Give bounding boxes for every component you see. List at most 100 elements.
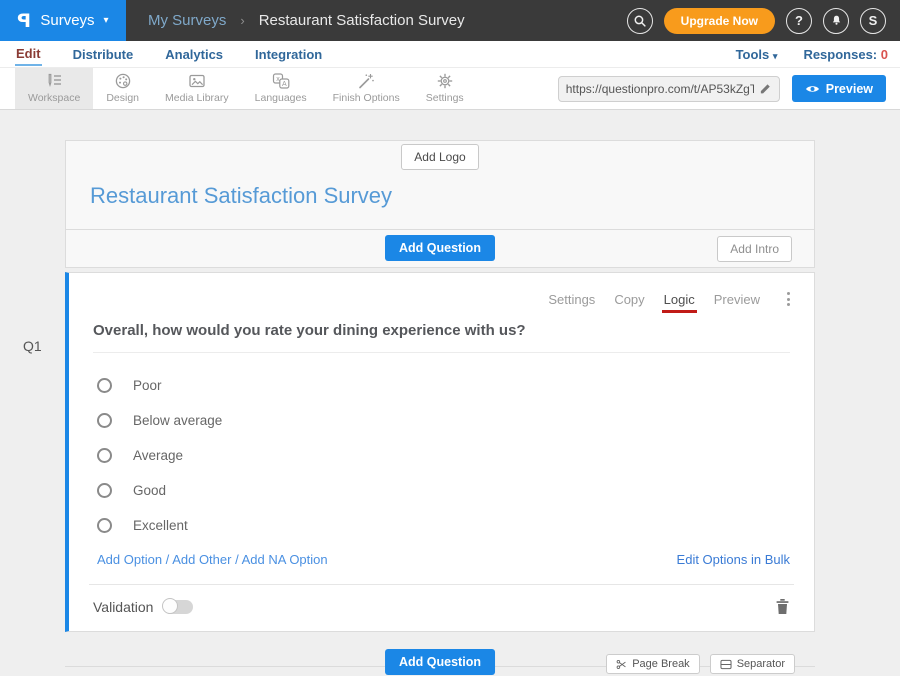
add-question-row: Add Question Add Intro [66, 230, 814, 267]
question-mark-icon: ? [795, 13, 803, 28]
breadcrumb-survey-title: Restaurant Satisfaction Survey [259, 12, 465, 29]
question-text-input[interactable]: Overall, how would you rate your dining … [93, 322, 790, 353]
eye-icon [805, 84, 820, 94]
image-icon [187, 72, 207, 90]
validation-label: Validation [93, 599, 153, 615]
question-actions: Settings Copy Logic Preview [69, 273, 814, 308]
tab-integration[interactable]: Integration [254, 43, 323, 65]
footer-right-buttons: Page Break Separator [606, 654, 795, 674]
responses-counter[interactable]: Responses: 0 [803, 47, 888, 62]
editor-toolbar: Workspace Design Media Library xA Langua… [0, 68, 900, 110]
option-label[interactable]: Good [133, 483, 166, 498]
survey-editor-canvas: Q1 Add Logo Restaurant Satisfaction Surv… [65, 140, 815, 676]
page-break-button[interactable]: Page Break [606, 654, 699, 674]
search-icon [633, 14, 647, 28]
validation-toggle[interactable] [163, 600, 193, 614]
add-question-button[interactable]: Add Question [385, 235, 495, 261]
validation-row: Validation [69, 585, 814, 631]
add-logo-row: Add Logo [66, 141, 814, 170]
toolbar-right-group: Preview [558, 68, 900, 109]
add-option-links: Add Option / Add Other / Add NA Option [97, 552, 328, 567]
edit-options-in-bulk-link[interactable]: Edit Options in Bulk [677, 552, 790, 567]
answer-option-row: Poor [97, 368, 814, 403]
toolbar-label: Media Library [165, 92, 229, 104]
toolbar-label: Settings [426, 92, 464, 104]
workspace-icon [44, 72, 64, 90]
add-question-button-bottom[interactable]: Add Question [385, 649, 495, 675]
option-links-row: Add Option / Add Other / Add NA Option E… [97, 552, 790, 567]
question-number-label: Q1 [23, 338, 42, 354]
question-logic-link[interactable]: Logic [664, 292, 695, 307]
breadcrumb-my-surveys[interactable]: My Surveys [148, 12, 226, 29]
toolbar-item-settings[interactable]: Settings [413, 68, 477, 109]
question-preview-link[interactable]: Preview [714, 292, 760, 307]
product-name: Surveys [40, 12, 94, 29]
question-more-menu[interactable] [783, 290, 794, 308]
breadcrumb: My Surveys › Restaurant Satisfaction Sur… [148, 12, 465, 29]
palette-icon [113, 72, 133, 90]
responses-count: 0 [881, 47, 888, 62]
answer-option-row: Good [97, 473, 814, 508]
radio-button[interactable] [97, 518, 112, 533]
toolbar-item-media-library[interactable]: Media Library [152, 68, 242, 109]
gear-icon [435, 72, 455, 90]
add-na-option-link[interactable]: Add NA Option [242, 552, 328, 567]
question-copy-link[interactable]: Copy [614, 292, 644, 307]
answer-options-list: Poor Below average Average Good Excellen… [69, 353, 814, 543]
answer-option-row: Below average [97, 403, 814, 438]
avatar-initial: S [869, 13, 878, 28]
toolbar-label: Design [106, 92, 139, 104]
toolbar-item-design[interactable]: Design [93, 68, 152, 109]
breadcrumb-chevron-icon: › [240, 13, 244, 28]
wand-icon [356, 72, 376, 90]
radio-button[interactable] [97, 378, 112, 393]
tab-distribute[interactable]: Distribute [72, 43, 135, 65]
separator-icon [720, 659, 732, 670]
toolbar-item-languages[interactable]: xA Languages [242, 68, 320, 109]
option-label[interactable]: Poor [133, 378, 162, 393]
chevron-down-icon: ▾ [104, 15, 109, 26]
separator-button[interactable]: Separator [710, 654, 795, 674]
preview-button[interactable]: Preview [792, 75, 886, 102]
scissors-icon [616, 659, 627, 670]
survey-url-input[interactable] [566, 82, 754, 96]
bell-icon [830, 14, 843, 27]
radio-button[interactable] [97, 448, 112, 463]
edit-url-pencil-icon[interactable] [759, 82, 772, 95]
question-settings-link[interactable]: Settings [548, 292, 595, 307]
option-label[interactable]: Excellent [133, 518, 188, 533]
add-option-link[interactable]: Add Option [97, 552, 162, 567]
account-avatar[interactable]: S [860, 8, 886, 34]
tab-edit[interactable]: Edit [15, 42, 42, 66]
link-separator: / [235, 552, 239, 567]
questionpro-logo-icon: P [17, 10, 31, 32]
survey-header-card: Add Logo Restaurant Satisfaction Survey … [65, 140, 815, 268]
survey-title[interactable]: Restaurant Satisfaction Survey [90, 183, 790, 229]
help-button[interactable]: ? [786, 8, 812, 34]
option-label[interactable]: Average [133, 448, 183, 463]
option-label[interactable]: Below average [133, 413, 222, 428]
questionpro-logo-surveys-menu[interactable]: P Surveys ▾ [0, 0, 126, 41]
add-intro-button[interactable]: Add Intro [717, 236, 792, 262]
add-question-footer: Add Question Page Break Separator [65, 645, 815, 676]
delete-question-button[interactable] [775, 598, 790, 615]
toolbar-item-finish-options[interactable]: Finish Options [320, 68, 413, 109]
survey-url-field[interactable] [558, 76, 780, 102]
search-button[interactable] [627, 8, 653, 34]
toolbar-item-workspace[interactable]: Workspace [15, 68, 93, 109]
toolbar-label: Workspace [28, 92, 80, 104]
add-logo-button[interactable]: Add Logo [401, 144, 478, 170]
upgrade-now-button[interactable]: Upgrade Now [664, 8, 775, 34]
responses-label: Responses: [803, 47, 877, 62]
translate-icon: xA [271, 72, 291, 90]
nav-right-group: Tools ▾ Responses: 0 [736, 47, 888, 62]
radio-button[interactable] [97, 413, 112, 428]
add-other-link[interactable]: Add Other [172, 552, 231, 567]
notifications-button[interactable] [823, 8, 849, 34]
radio-button[interactable] [97, 483, 112, 498]
tools-dropdown[interactable]: Tools ▾ [736, 47, 778, 62]
toolbar-label: Finish Options [333, 92, 400, 104]
chevron-down-icon: ▾ [773, 51, 778, 61]
tab-analytics[interactable]: Analytics [164, 43, 224, 65]
answer-option-row: Average [97, 438, 814, 473]
